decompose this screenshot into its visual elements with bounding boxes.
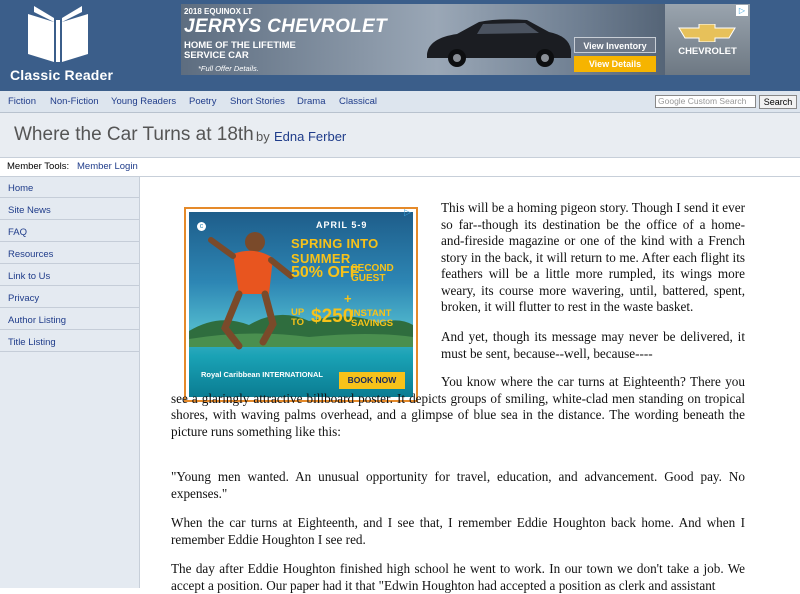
site-name: Classic Reader (10, 67, 114, 83)
sidebar-item-home[interactable]: Home (0, 177, 139, 198)
site-logo[interactable]: Classic Reader (0, 0, 120, 91)
jumping-kid-image (208, 232, 294, 350)
search-button[interactable]: Search (759, 95, 797, 109)
ad-amount: $250 (311, 306, 354, 327)
sidebar-item-label: Home (8, 183, 34, 194)
sidebar-item-label: Title Listing (8, 337, 56, 348)
ad-dealer: JERRYS CHEVROLET (184, 16, 387, 37)
sidebar-item-site-news[interactable]: Site News (0, 199, 139, 220)
bowtie-logo-icon (678, 24, 736, 42)
sidebar-item-label: Site News (8, 205, 51, 216)
paragraph-1: This will be a homing pigeon story. Thou… (441, 200, 745, 314)
book-logo-icon (28, 6, 88, 62)
sidebar-item-label: Link to Us (8, 271, 51, 282)
paragraph-5: When the car turns at Eighteenth, and I … (171, 515, 745, 547)
ad-headline: SPRING INTO SUMMER (291, 236, 379, 266)
page-title: Where the Car Turns at 18th (14, 124, 254, 145)
sidebar-item-label: Author Listing (8, 315, 67, 326)
site-header: Classic Reader 2018 EQUINOX LT JERRYS CH… (0, 0, 800, 91)
ad-discount: 50% OFF (291, 264, 360, 281)
nav-poetry[interactable]: Poetry (189, 96, 216, 107)
view-inventory-button[interactable]: View Inventory (574, 37, 656, 53)
nav-young-readers[interactable]: Young Readers (111, 96, 176, 107)
paragraph-6: The day after Eddie Houghton finished hi… (171, 561, 745, 593)
cruise-ad[interactable]: c APRIL 5-9 SPRING INTO SUMMER 50% OFF S… (184, 207, 418, 402)
sidebar-item-label: Resources (8, 249, 54, 260)
banner-ad[interactable]: 2018 EQUINOX LT JERRYS CHEVROLET HOME OF… (181, 4, 750, 75)
sidebar-item-label: Privacy (8, 293, 40, 304)
adchoices-icon[interactable]: ▷ (736, 5, 748, 16)
ad-second-guest: SECOND GUEST (351, 263, 394, 284)
ad-info-icon: c (197, 222, 206, 231)
cruise-ad-image: c APRIL 5-9 SPRING INTO SUMMER 50% OFF S… (189, 212, 413, 397)
ad-instant-savings: INSTANT SAVINGS (351, 308, 394, 329)
nav-drama[interactable]: Drama (297, 96, 326, 107)
car-image (427, 19, 571, 67)
nav-non-fiction[interactable]: Non-Fiction (50, 96, 99, 107)
nav-classical[interactable]: Classical (339, 96, 377, 107)
ad-offer-note[interactable]: *Full Offer Details. (198, 64, 259, 73)
member-tools-bar: Member Tools: Member Login (0, 158, 800, 177)
ad-up-to: UP TO (291, 307, 305, 328)
member-tools-label: Member Tools: (7, 161, 70, 172)
sidebar-item-resources[interactable]: Resources (0, 243, 139, 264)
view-details-button[interactable]: View Details (574, 56, 656, 72)
sidebar: Home Site News FAQ Resources Link to Us … (0, 177, 140, 588)
paragraph-3: You know where the car turns at Eighteen… (171, 374, 745, 439)
sidebar-item-faq[interactable]: FAQ (0, 221, 139, 242)
paragraph-2: And yet, though its message may never be… (441, 329, 745, 361)
sidebar-item-title-listing[interactable]: Title Listing (0, 331, 139, 352)
author-link[interactable]: Edna Ferber (274, 129, 346, 144)
sidebar-item-label: FAQ (8, 227, 28, 238)
ad-plus: + (344, 291, 352, 306)
by-label: by (256, 129, 270, 144)
member-login-link[interactable]: Member Login (77, 161, 138, 172)
sidebar-item-privacy[interactable]: Privacy (0, 287, 139, 308)
ad-tagline: HOME OF THE LIFETIME SERVICE CAR (184, 40, 296, 61)
title-bar: Where the Car Turns at 18th by Edna Ferb… (0, 113, 800, 158)
search-input[interactable]: Google Custom Search (655, 95, 756, 108)
nav-fiction[interactable]: Fiction (8, 96, 36, 107)
adchoices-icon[interactable]: ▷ (404, 207, 411, 218)
paragraph-4: "Young men wanted. An unusual opportunit… (171, 469, 745, 501)
sidebar-item-link-to-us[interactable]: Link to Us (0, 265, 139, 286)
sidebar-item-author-listing[interactable]: Author Listing (0, 309, 139, 330)
ad-model: 2018 EQUINOX LT (184, 7, 253, 16)
ad-dates: APRIL 5-9 (316, 220, 368, 230)
ad-brand-name: CHEVROLET (678, 46, 737, 57)
nav-short-stories[interactable]: Short Stories (230, 96, 285, 107)
